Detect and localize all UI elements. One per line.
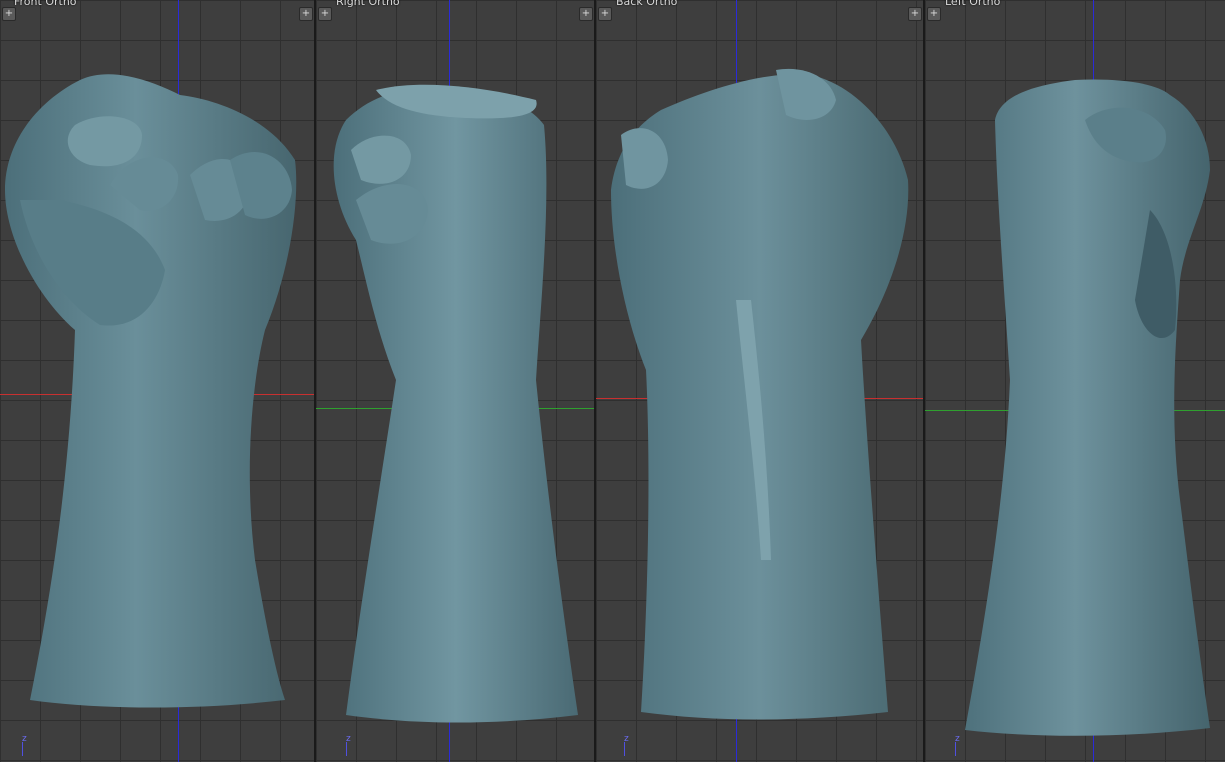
plus-icon[interactable]: +	[927, 7, 941, 21]
viewport-label: Front Ortho	[14, 0, 77, 8]
viewport-left-ortho[interactable]: Left Ortho + z	[923, 0, 1225, 762]
plus-icon[interactable]: +	[318, 7, 332, 21]
fist-model-front[interactable]	[0, 0, 314, 762]
viewport-label: Back Ortho	[616, 0, 678, 8]
plus-icon[interactable]: +	[598, 7, 612, 21]
plus-icon[interactable]: +	[2, 7, 16, 21]
viewport-right-ortho[interactable]: Right Ortho + + z	[314, 0, 594, 762]
quad-viewport-layout: Front Ortho + + z Right Ortho + + z Back…	[0, 0, 1225, 762]
plus-icon[interactable]: +	[579, 7, 593, 21]
viewport-back-ortho[interactable]: Back Ortho + + z	[594, 0, 923, 762]
fist-model-right[interactable]	[316, 0, 594, 762]
plus-icon[interactable]: +	[299, 7, 313, 21]
fist-model-back[interactable]	[596, 0, 923, 762]
plus-icon[interactable]: +	[908, 7, 922, 21]
viewport-front-ortho[interactable]: Front Ortho + + z	[0, 0, 314, 762]
fist-model-left[interactable]	[925, 0, 1225, 762]
viewport-label: Left Ortho	[945, 0, 1001, 8]
viewport-label: Right Ortho	[336, 0, 400, 8]
